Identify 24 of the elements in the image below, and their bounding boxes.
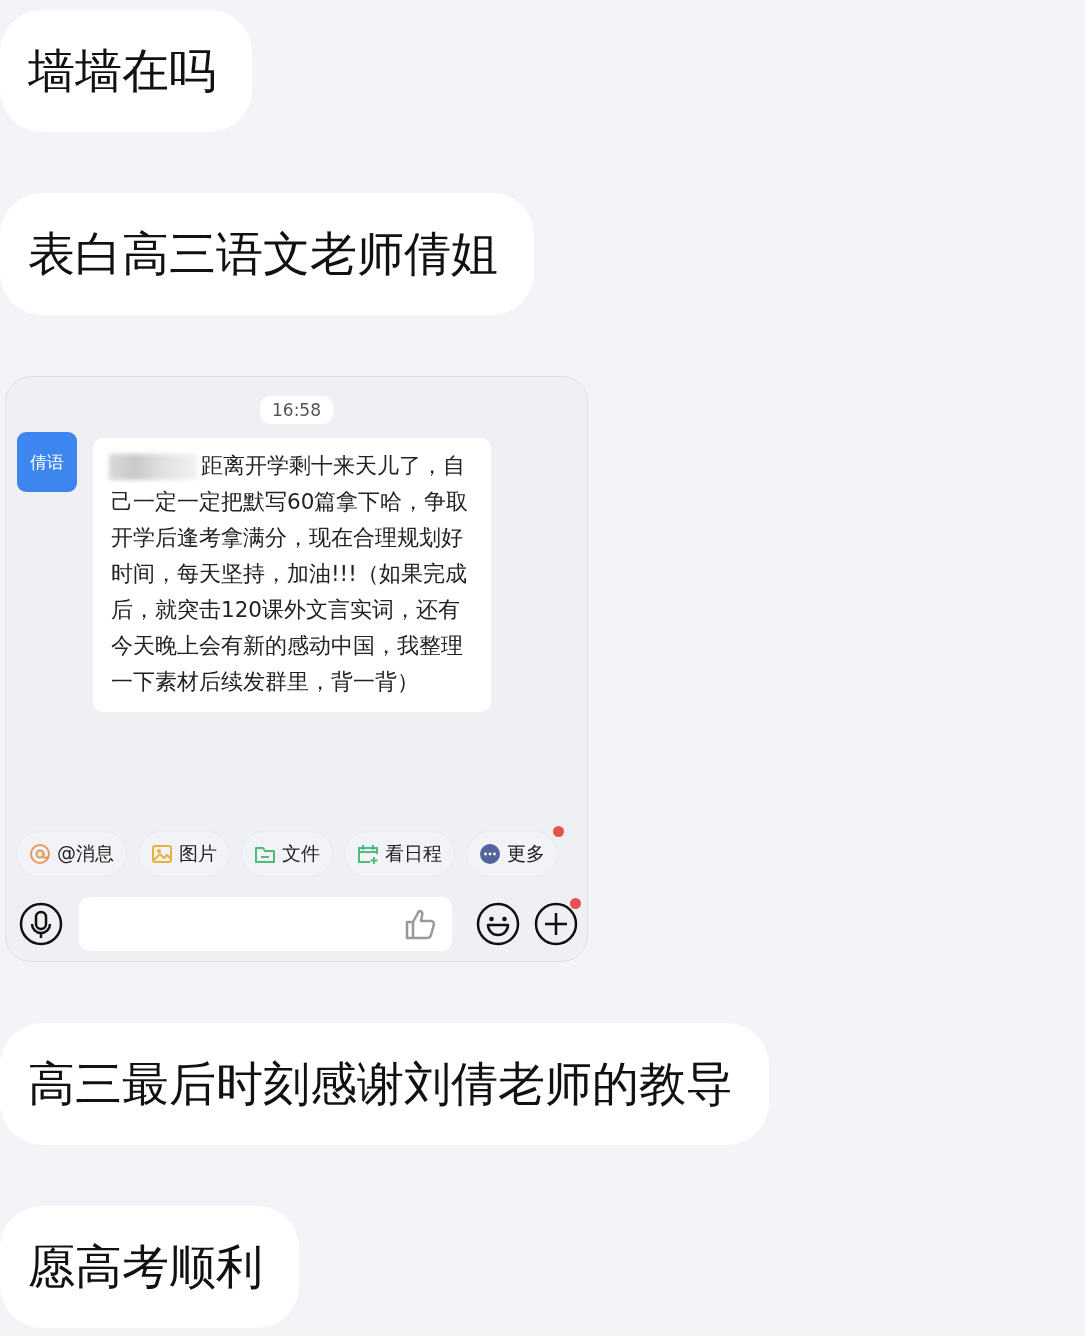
toolbar-button[interactable]: @消息 — [16, 831, 127, 877]
avatar: 倩语 — [17, 432, 77, 492]
smiley-icon — [476, 902, 520, 946]
timestamp: 16:58 — [260, 396, 333, 424]
microphone-button[interactable] — [19, 902, 63, 946]
message-bubble: 高三最后时刻感谢刘倩老师的教导 — [0, 1023, 769, 1145]
message-bubble: 墙墙在吗 — [0, 10, 252, 132]
add-button[interactable] — [534, 902, 578, 946]
message-bubble: 表白高三语文老师倩姐 — [0, 193, 534, 315]
image-icon — [151, 843, 173, 865]
mention-icon — [29, 843, 51, 865]
toolbar-button[interactable]: 图片 — [138, 831, 230, 877]
message-bubble: 愿高考顺利 — [0, 1206, 299, 1328]
message-input[interactable] — [79, 897, 452, 951]
microphone-icon — [19, 902, 63, 946]
plus-icon — [534, 902, 578, 946]
toolbar-button[interactable]: 看日程 — [344, 831, 455, 877]
message-text: 距离开学剩十来天儿了，自己一定一定把默写60篇拿下哈，争取开学后逢考拿满分，现在合理规划好时间，每天坚持，加油!!!（如果完成后，就突击120课外文言实词，还有今天晚上会有新的感动中国，我整理一下素材后续发群里，背一背） — [111, 452, 469, 696]
thumbs-up-icon — [404, 907, 438, 941]
toolbar-button[interactable]: 文件 — [241, 831, 333, 877]
toolbar-button[interactable]: 更多 — [466, 831, 558, 877]
more-icon — [479, 843, 501, 865]
calendar-icon — [357, 843, 379, 865]
emoji-button[interactable] — [476, 902, 520, 946]
